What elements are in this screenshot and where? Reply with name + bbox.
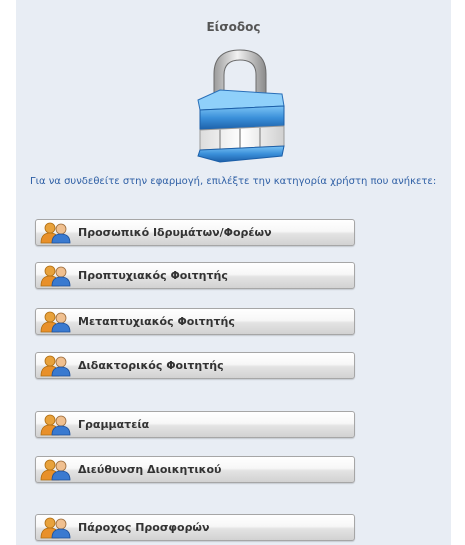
user-category-label: Διεύθυνση Διοικητικού [78, 463, 222, 476]
intro-text: Για να συνδεθείτε στην εφαρμογή, επιλέξτ… [30, 176, 437, 187]
user-category-label: Προσωπικό Ιδρυμάτων/Φορέων [78, 226, 272, 239]
user-category-button-3[interactable]: Μεταπτυχιακός Φοιτητής [35, 308, 355, 335]
users-icon [40, 265, 74, 287]
users-icon [40, 222, 74, 244]
user-category-label: Διδακτορικός Φοιτητής [78, 359, 224, 372]
user-category-button-1[interactable]: Προσωπικό Ιδρυμάτων/Φορέων [35, 219, 355, 246]
user-category-label: Πάροχος Προσφορών [78, 521, 210, 534]
page-title: Είσοδος [206, 20, 261, 34]
users-icon [40, 355, 74, 377]
user-category-button-5[interactable]: Γραμματεία [35, 411, 355, 438]
users-icon [40, 311, 74, 333]
user-category-label: Γραμματεία [78, 418, 150, 431]
users-icon [40, 459, 74, 481]
user-category-button-4[interactable]: Διδακτορικός Φοιτητής [35, 352, 355, 379]
user-category-button-2[interactable]: Προπτυχιακός Φοιτητής [35, 262, 355, 289]
user-category-button-6[interactable]: Διεύθυνση Διοικητικού [35, 456, 355, 483]
user-category-button-7[interactable]: Πάροχος Προσφορών [35, 514, 355, 541]
users-icon [40, 517, 74, 539]
user-category-label: Μεταπτυχιακός Φοιτητής [78, 315, 235, 328]
user-category-label: Προπτυχιακός Φοιτητής [78, 269, 228, 282]
login-panel: Είσοδος Για να συνδεθείτε στην εφαρμογή,… [16, 0, 451, 545]
users-icon [40, 414, 74, 436]
padlock-icon [197, 49, 285, 163]
